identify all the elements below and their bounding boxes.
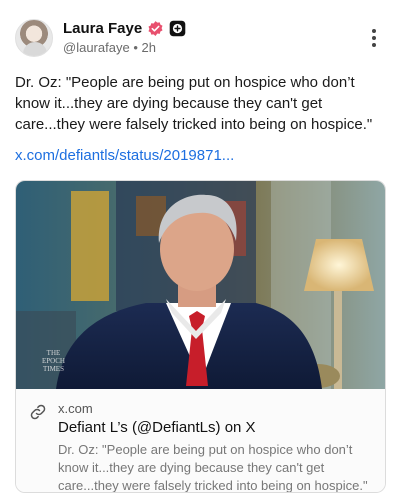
card-description: Dr. Oz: "People are being put on hospice… xyxy=(58,442,368,493)
more-options-icon[interactable] xyxy=(371,29,377,47)
watermark-line: THE xyxy=(46,349,61,357)
watermark-line: TIMES xyxy=(42,365,64,373)
avatar[interactable] xyxy=(15,19,53,57)
watermark-line: EPOCH xyxy=(42,357,65,365)
post-time: • 2h xyxy=(133,40,156,55)
post-link[interactable]: x.com/defiantls/status/2019871... xyxy=(15,147,234,164)
author-name[interactable]: Laura Faye xyxy=(63,20,142,37)
card-domain: x.com xyxy=(58,401,93,416)
name-row: Laura Faye xyxy=(63,20,186,37)
post-header: Laura Faye @laurafaye • 2h xyxy=(15,17,389,59)
post-meta: @laurafaye • 2h xyxy=(63,40,156,55)
card-image xyxy=(16,181,385,389)
card-footer[interactable]: x.com Defiant L’s (@DefiantLs) on X Dr. … xyxy=(16,389,385,493)
add-plus-icon[interactable] xyxy=(169,20,186,37)
link-icon xyxy=(30,404,46,420)
verified-badge-icon xyxy=(148,21,163,36)
image-watermark: THE EPOCH TIMES xyxy=(42,349,65,373)
card-title[interactable]: Defiant L’s (@DefiantLs) on X xyxy=(58,419,256,436)
post-text: Dr. Oz: "People are being put on hospice… xyxy=(15,74,373,133)
link-preview-card[interactable]: THE EPOCH TIMES x.com Defiant L’s (@Defi… xyxy=(15,180,386,493)
author-handle[interactable]: @laurafaye xyxy=(63,40,130,55)
